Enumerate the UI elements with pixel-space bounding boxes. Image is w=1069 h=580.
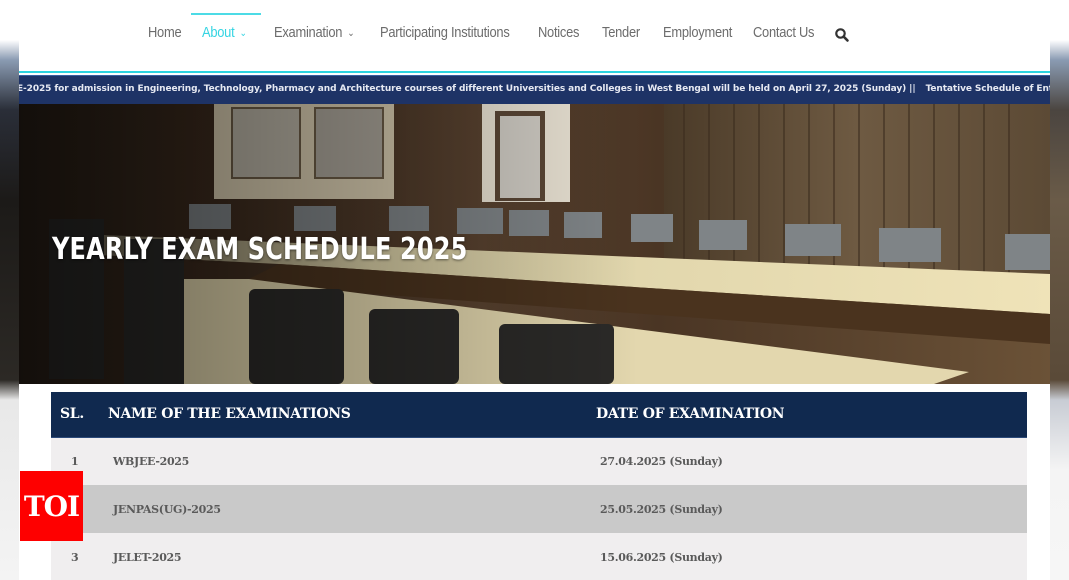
search-icon[interactable] [834,27,850,43]
table-header-row: SL. NAME OF THE EXAMINATIONS DATE OF EXA… [51,392,1027,437]
cell-exam-date: 27.04.2025 (Sunday) [600,454,723,468]
cell-exam-date: 15.06.2025 (Sunday) [600,550,723,564]
nav-contact-us-label: Contact Us [753,24,815,41]
nav-tender-label: Tender [602,24,640,41]
news-ticker[interactable]: E-2025 for admission in Engineering, Tec… [19,75,1050,104]
nav-employment-label: Employment [663,24,733,41]
right-bezel [1050,0,1069,580]
nav-about-label: About [202,24,235,41]
cell-exam-name: JELET-2025 [113,550,182,564]
ticker-item-2[interactable]: Tentative Schedule of Entrance [926,84,1050,94]
main-nav: Home About ⌄ Examination ⌄ Participating I… [19,0,1050,71]
nav-home-label: Home [148,24,182,41]
chevron-down-icon: ⌄ [239,28,247,39]
page-title: YEARLY EXAM SCHEDULE 2025 [52,232,468,267]
nav-home[interactable]: Home [148,24,182,41]
cell-exam-name: WBJEE-2025 [113,454,190,468]
exam-schedule-table: SL. NAME OF THE EXAMINATIONS DATE OF EXA… [51,392,1027,580]
toi-watermark-logo: TOI [20,471,83,541]
nav-employment[interactable]: Employment [663,24,732,41]
table-row: 3 JELET-2025 15.06.2025 (Sunday) [51,533,1027,580]
cell-exam-date: 25.05.2025 (Sunday) [600,502,723,516]
active-indicator [191,13,261,15]
ticker-item-1[interactable]: E-2025 for admission in Engineering, Tec… [19,84,916,94]
column-header-date: DATE OF EXAMINATION [596,406,785,423]
nav-contact-us[interactable]: Contact Us [753,24,814,41]
cell-exam-name: JENPAS(UG)-2025 [113,502,221,516]
nav-examination[interactable]: Examination ⌄ [274,24,355,41]
table-row: 2 JENPAS(UG)-2025 25.05.2025 (Sunday) [51,485,1027,533]
nav-examination-label: Examination [274,24,343,41]
nav-notices-label: Notices [538,24,580,41]
column-header-sl: SL. [60,406,84,423]
exam-schedule-table-wrapper: SL. NAME OF THE EXAMINATIONS DATE OF EXA… [51,392,1027,580]
left-bezel [0,0,19,580]
table-row: 1 WBJEE-2025 27.04.2025 (Sunday) [51,437,1027,485]
nav-participating-institutions[interactable]: Participating Institutions [380,24,510,41]
nav-notices[interactable]: Notices [538,24,579,41]
chevron-down-icon: ⌄ [347,28,355,39]
column-header-name: NAME OF THE EXAMINATIONS [108,406,351,423]
nav-tender[interactable]: Tender [602,24,640,41]
nav-about[interactable]: About ⌄ [202,24,247,41]
nav-participating-institutions-label: Participating Institutions [380,24,510,41]
ticker-text: E-2025 for admission in Engineering, Tec… [19,84,1050,94]
hero-banner: YEARLY EXAM SCHEDULE 2025 [19,104,1050,384]
site-header: Home About ⌄ Examination ⌄ Participating I… [19,0,1050,73]
